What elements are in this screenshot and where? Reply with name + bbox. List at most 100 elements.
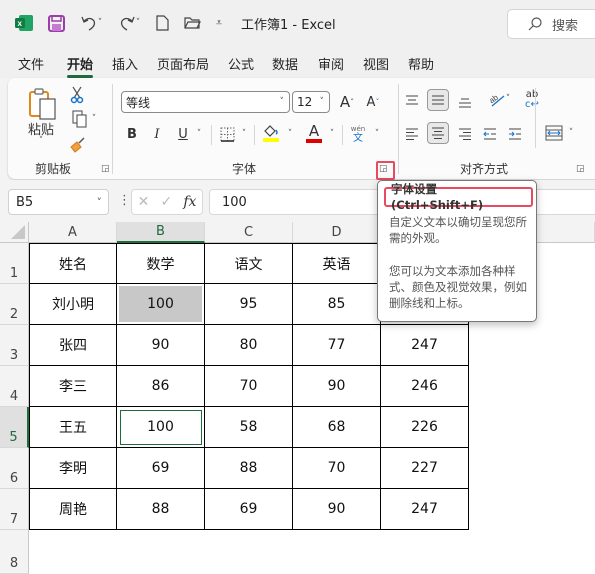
phonetic-dropdown-icon[interactable]: ˅ [371, 124, 383, 144]
more-options-icon[interactable]: ⋮ [118, 193, 131, 208]
table-header-cell[interactable]: 英语 [293, 243, 381, 284]
alignment-launcher-icon[interactable]: ◲ [576, 164, 586, 174]
table-cell[interactable]: 70 [293, 448, 381, 489]
font-size-dropdown[interactable]: 12 ˅ [292, 91, 330, 113]
select-all-button[interactable] [0, 222, 29, 243]
cut-icon[interactable] [69, 86, 85, 104]
table-cell[interactable]: 90 [293, 366, 381, 407]
save-icon[interactable] [46, 12, 66, 34]
underline-button[interactable]: U [175, 124, 191, 144]
table-cell[interactable]: 69 [205, 489, 293, 530]
paste-dropdown-icon[interactable]: ˅ [36, 136, 46, 146]
tab-insert[interactable]: 插入 [112, 54, 138, 73]
new-file-icon[interactable] [154, 12, 170, 34]
align-left-icon[interactable] [402, 124, 422, 144]
search-box[interactable]: 搜索 [507, 9, 595, 39]
decrease-indent-icon[interactable] [480, 124, 500, 144]
tab-file[interactable]: 文件 [18, 54, 44, 73]
table-cell[interactable]: 张四 [29, 325, 117, 366]
name-box[interactable]: B5 ˅ [8, 189, 109, 215]
underline-dropdown-icon[interactable]: ˅ [193, 124, 205, 144]
table-cell[interactable]: 100 [117, 407, 205, 448]
redo-icon[interactable]: ˅ [114, 12, 144, 34]
tab-home[interactable]: 开始 [67, 54, 94, 78]
tab-page-layout[interactable]: 页面布局 [157, 54, 209, 73]
font-color-icon[interactable]: A [304, 122, 324, 144]
copy-icon[interactable]: ˅ [66, 110, 102, 128]
name-box-dropdown-icon[interactable]: ˅ [97, 196, 103, 209]
paste-button[interactable]: 粘贴 [26, 120, 56, 138]
row-header-8[interactable]: 8 [0, 530, 29, 574]
table-header-cell[interactable]: 数学 [117, 243, 205, 284]
merge-center-icon[interactable]: ˅ [541, 123, 577, 143]
fill-color-dropdown-icon[interactable]: ˅ [284, 124, 296, 144]
borders-dropdown-icon[interactable]: ˅ [238, 124, 250, 144]
increase-font-size-icon[interactable]: Aˆ [336, 91, 358, 113]
table-cell[interactable]: 90 [293, 489, 381, 530]
table-cell[interactable]: 68 [293, 407, 381, 448]
cancel-icon[interactable]: ✕ [138, 194, 150, 210]
open-folder-icon[interactable] [182, 12, 202, 34]
table-cell[interactable]: 70 [205, 366, 293, 407]
row-header-4[interactable]: 4 [0, 366, 29, 407]
italic-button[interactable]: I [149, 124, 165, 144]
table-cell[interactable]: 95 [205, 284, 293, 325]
table-cell[interactable]: 李明 [29, 448, 117, 489]
wrap-text-icon[interactable]: ab c↩ [522, 88, 542, 112]
bottom-align-icon[interactable] [455, 92, 475, 112]
fill-color-icon[interactable] [261, 122, 281, 144]
increase-indent-icon[interactable] [505, 124, 525, 144]
bold-button[interactable]: B [124, 124, 140, 144]
table-cell[interactable]: 77 [293, 325, 381, 366]
format-painter-icon[interactable] [69, 136, 87, 154]
table-cell[interactable]: 85 [293, 284, 381, 325]
table-cell[interactable]: 58 [205, 407, 293, 448]
table-cell[interactable]: 100 [117, 284, 205, 325]
table-cell[interactable]: 88 [117, 489, 205, 530]
table-cell[interactable]: 88 [205, 448, 293, 489]
middle-align-icon[interactable] [427, 89, 449, 111]
column-header-a[interactable]: A [29, 222, 117, 243]
table-cell[interactable]: 刘小明 [29, 284, 117, 325]
row-header-7[interactable]: 7 [0, 489, 29, 530]
paste-icon[interactable] [26, 86, 60, 122]
row-header-5[interactable]: 5 [0, 407, 29, 448]
table-cell[interactable]: 80 [205, 325, 293, 366]
table-header-cell[interactable]: 语文 [205, 243, 293, 284]
customize-quick-access-icon[interactable]: ⩡ [212, 12, 226, 34]
decrease-font-size-icon[interactable]: Aˇ [362, 91, 384, 113]
orientation-icon[interactable]: ab ˅ [482, 89, 516, 109]
top-align-icon[interactable] [402, 91, 422, 111]
undo-icon[interactable]: ˅ [76, 12, 106, 34]
tab-formulas[interactable]: 公式 [228, 54, 254, 73]
align-center-icon[interactable] [427, 122, 449, 144]
phonetic-guide-icon[interactable]: wén 文 [348, 122, 368, 146]
table-cell[interactable]: 246 [381, 366, 469, 407]
align-right-icon[interactable] [455, 124, 475, 144]
table-cell[interactable]: 69 [117, 448, 205, 489]
clipboard-launcher-icon[interactable]: ◲ [101, 164, 111, 174]
table-cell[interactable]: 李三 [29, 366, 117, 407]
tab-help[interactable]: 帮助 [408, 54, 434, 73]
font-color-dropdown-icon[interactable]: ˅ [326, 124, 338, 144]
table-header-cell[interactable]: 姓名 [29, 243, 117, 284]
insert-function-button[interactable]: fx [183, 194, 196, 210]
table-cell[interactable]: 247 [381, 325, 469, 366]
table-cell[interactable]: 227 [381, 448, 469, 489]
enter-icon[interactable]: ✓ [160, 194, 172, 210]
column-header-b[interactable]: B [117, 222, 205, 243]
font-name-dropdown[interactable]: 等线 ˅ [121, 91, 290, 113]
column-header-d[interactable]: D [293, 222, 381, 243]
row-header-2[interactable]: 2 [0, 284, 29, 325]
table-cell[interactable]: 247 [381, 489, 469, 530]
column-header-c[interactable]: C [205, 222, 293, 243]
table-cell[interactable]: 90 [117, 325, 205, 366]
borders-icon[interactable] [218, 124, 236, 144]
table-cell[interactable]: 王五 [29, 407, 117, 448]
table-cell[interactable]: 周艳 [29, 489, 117, 530]
tab-data[interactable]: 数据 [272, 54, 298, 73]
table-cell[interactable]: 86 [117, 366, 205, 407]
tab-review[interactable]: 审阅 [318, 54, 344, 73]
table-cell[interactable]: 226 [381, 407, 469, 448]
row-header-1[interactable]: 1 [0, 243, 29, 284]
